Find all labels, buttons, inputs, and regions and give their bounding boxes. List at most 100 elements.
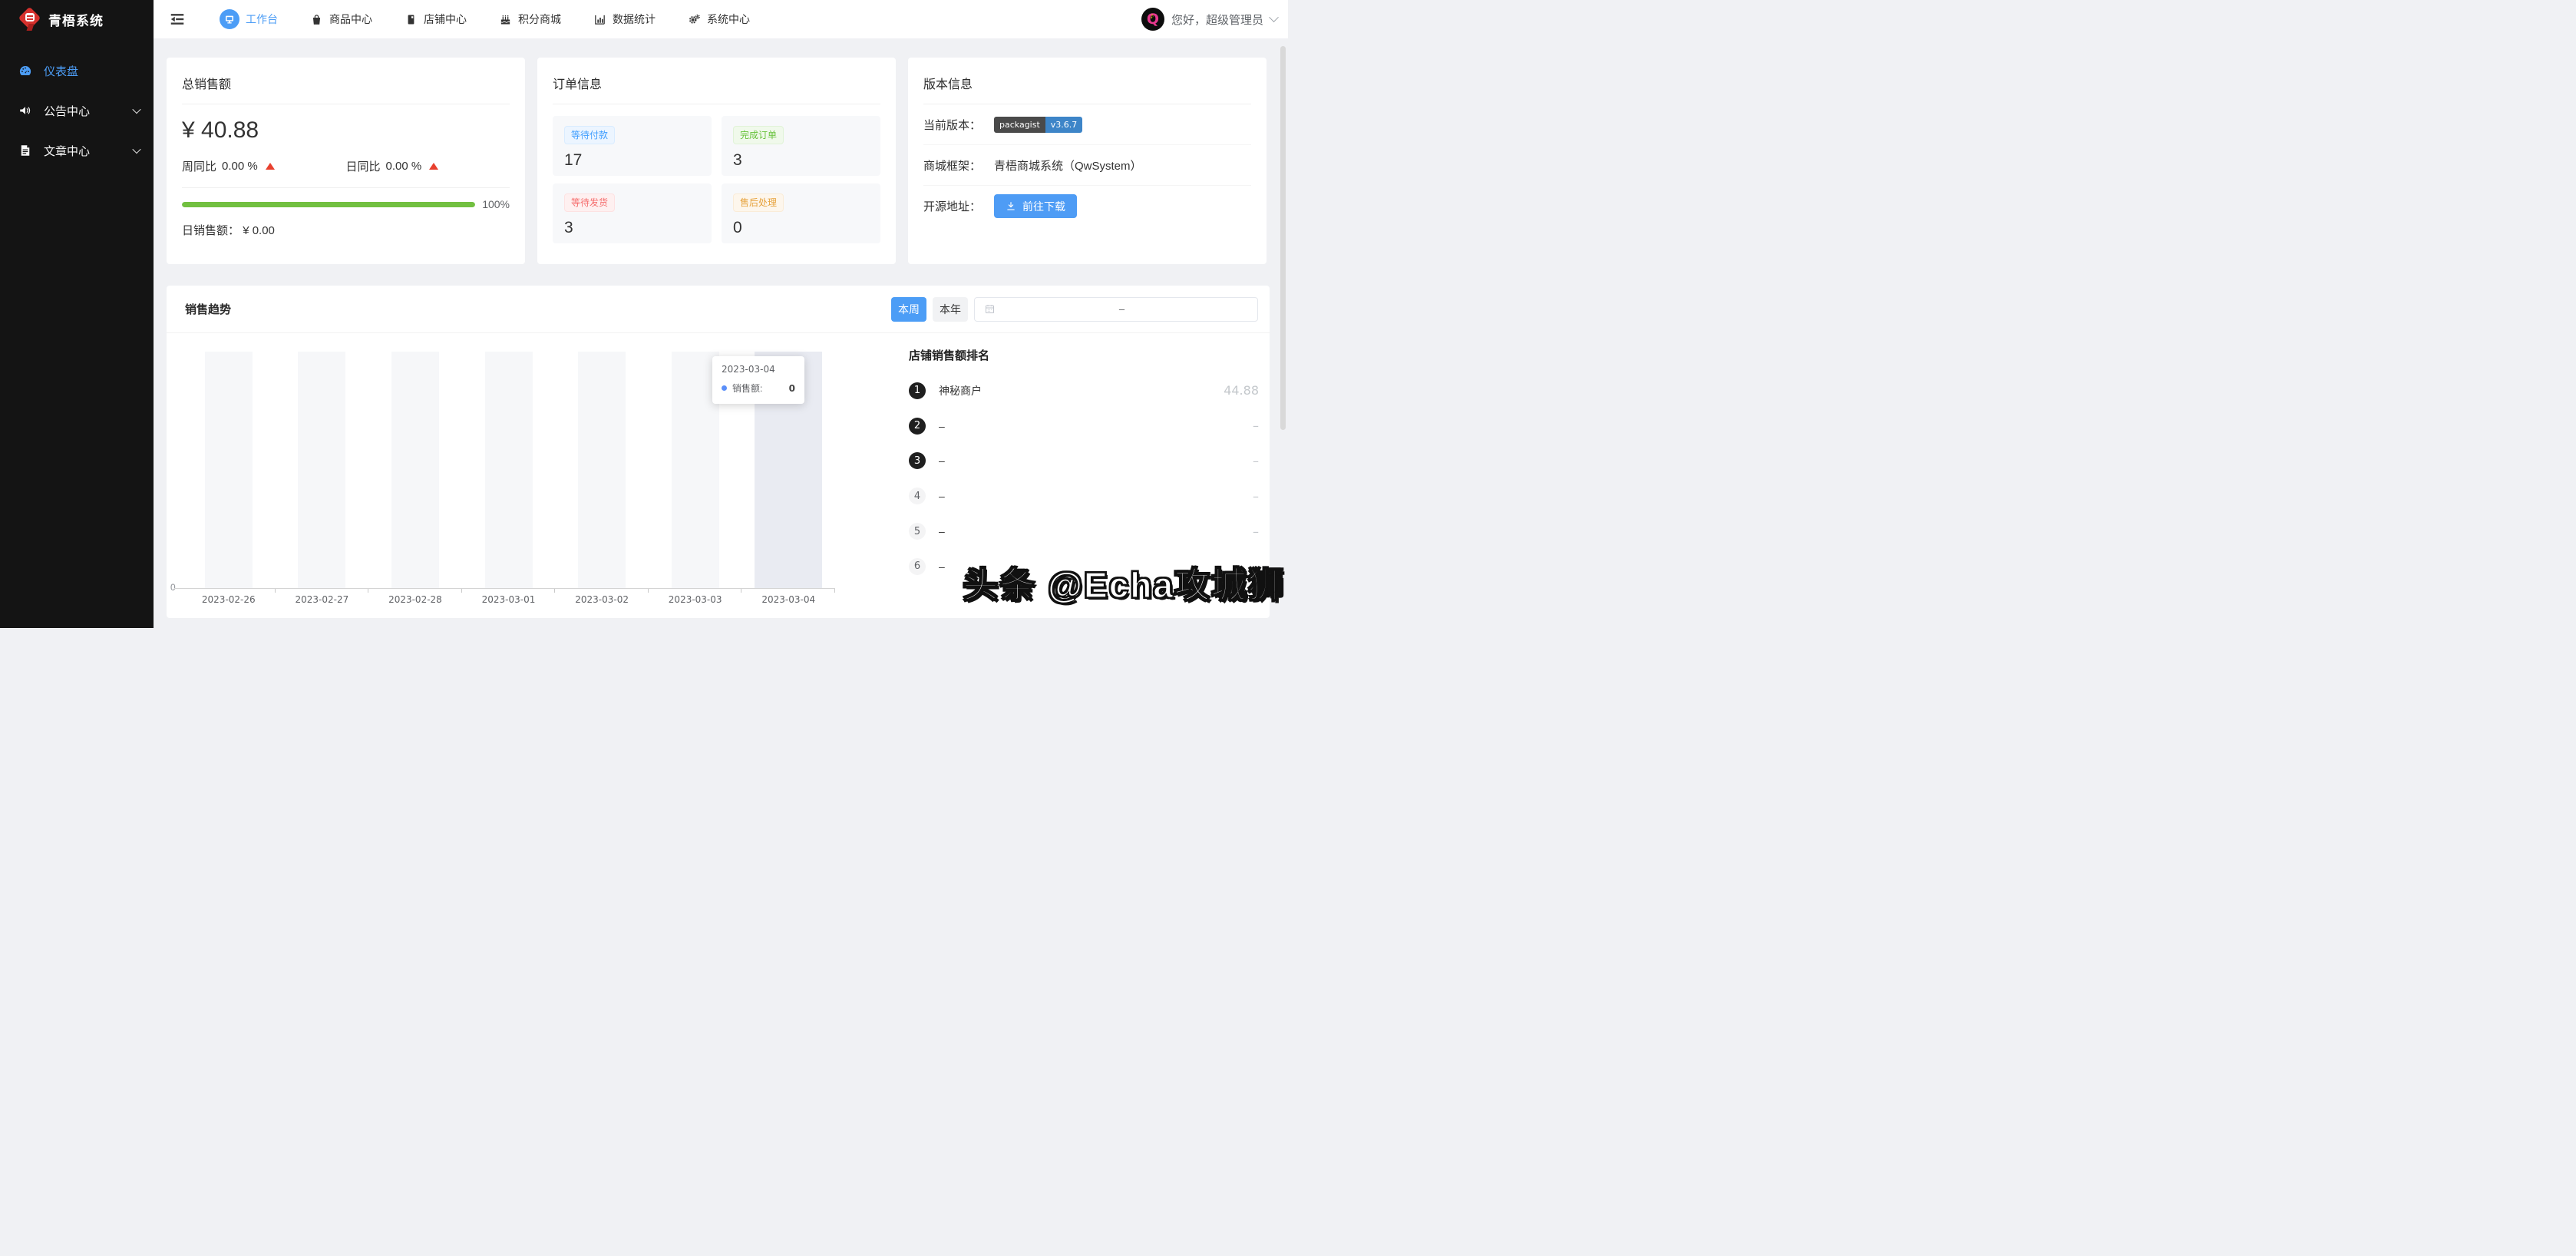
nav-item-products[interactable]: 商品中心 [310,12,372,27]
chevron-down-icon [1269,12,1279,22]
y-axis-zero-label: 0 [170,582,176,593]
chart-column [555,352,649,588]
card-title: 总销售额 [167,58,525,104]
date-range-input[interactable]: – [974,297,1258,322]
series-dot-icon [722,385,727,391]
sidebar: 青梧系统 仪表盘 公告中心 文章中心 [0,0,154,628]
row-label: 当前版本： [923,117,994,133]
page-scrollbar[interactable] [1280,46,1286,430]
caret-up-icon [429,163,438,170]
nav-item-workbench[interactable]: 工作台 [220,9,278,29]
nav-label: 系统中心 [707,12,750,27]
shop-name: – [939,420,945,432]
x-axis-labels: 2023-02-26 2023-02-27 2023-02-28 2023-03… [182,594,835,605]
date-range-separator: – [996,303,1248,315]
shop-sales-value: – [1253,454,1259,468]
order-count: 0 [733,219,869,237]
calendar-icon [984,303,996,315]
bar-chart-icon [593,13,606,26]
ranking-row: 2 – – [909,408,1259,444]
x-tick-label: 2023-02-28 [368,594,462,605]
shop-sales-value: 44.88 [1224,383,1259,398]
framework-row: 商城框架： 青梧商城系统（QwSystem） [923,145,1251,186]
version-info-card: 版本信息 当前版本： packagist v3.6.7 商城框架： 青梧商城系统… [908,58,1267,264]
order-stat-aftersale: 售后处理 0 [722,183,880,243]
day-ratio-value: 0.00 % [386,160,422,173]
sidebar-item-label: 仪表盘 [44,63,78,79]
download-icon [1006,201,1016,212]
chart-tooltip: 2023-03-04 销售额: 0 [712,356,804,404]
app-logo-icon [18,7,41,31]
ranking-row: 3 – – [909,444,1259,479]
order-count: 3 [564,219,700,237]
nav-item-shops[interactable]: 店铺中心 [405,12,467,27]
nav-label: 工作台 [246,12,278,27]
rank-number: 6 [909,558,926,575]
order-stat-pending-shipment: 等待发货 3 [553,183,712,243]
shop-sales-value: – [1253,489,1259,504]
order-stat-pending-payment: 等待付款 17 [553,116,712,176]
tooltip-value: 0 [789,383,795,394]
this-week-button[interactable]: 本周 [891,297,926,322]
user-greeting: 您好，超级管理员 [1171,12,1263,28]
chart-column [276,352,369,588]
chart-column [462,352,556,588]
gears-icon [688,13,701,26]
shop-sales-value: – [1253,524,1259,539]
day-ratio: 日同比 0.00 % [346,158,510,174]
order-stat-completed: 完成订单 3 [722,116,880,176]
watermark-text: 头条 @Echa攻城狮 [963,557,1285,608]
rank-number: 5 [909,523,926,540]
this-year-button[interactable]: 本年 [933,297,968,322]
current-version-row: 当前版本： packagist v3.6.7 [923,104,1251,145]
shop-ranking-panel: 店铺销售额排名 1 神秘商户 44.88 2 – – 3 – – 4 – – [909,336,1259,584]
status-badge: 等待发货 [564,193,615,212]
caret-up-icon [266,163,275,170]
total-sales-amount: ¥ 40.88 [182,117,510,144]
sidebar-item-dashboard[interactable]: 仪表盘 [0,51,154,91]
status-badge: 售后处理 [733,193,784,212]
badge-name: packagist [994,117,1045,133]
nav-label: 数据统计 [613,12,656,27]
shop-name: 神秘商户 [939,383,982,398]
download-label: 前往下载 [1022,199,1065,214]
nav-item-points-mall[interactable]: 积分商城 [499,12,561,27]
shop-name: – [939,454,945,467]
daily-sales-label: 日销售额： [182,224,239,237]
rank-number: 3 [909,452,926,469]
download-button[interactable]: 前往下载 [994,194,1077,218]
tooltip-date: 2023-03-04 [722,364,795,375]
daily-progress: 100% [182,198,510,210]
nav-item-system[interactable]: 系统中心 [688,12,750,27]
version-badge: packagist v3.6.7 [994,117,1082,133]
sidebar-collapse-icon[interactable] [169,11,186,28]
x-axis-line [174,588,835,589]
top-header: 工作台 商品中心 店铺中心 积分商城 数据统计 [154,0,1288,38]
rank-number: 1 [909,382,926,399]
avatar: Q♪ [1141,8,1164,31]
x-tick-label: 2023-03-03 [649,594,742,605]
day-ratio-label: 日同比 [346,158,381,174]
progress-bar [182,202,475,207]
chart-column [182,352,276,588]
shop-name: – [939,560,945,573]
sidebar-menu: 仪表盘 公告中心 文章中心 [0,38,154,170]
nav-item-statistics[interactable]: 数据统计 [593,12,656,27]
card-title: 销售趋势 [185,301,231,317]
megaphone-icon [18,104,32,117]
sidebar-item-articles[interactable]: 文章中心 [0,131,154,170]
order-count: 3 [733,151,869,170]
sidebar-item-announcements[interactable]: 公告中心 [0,91,154,131]
user-menu[interactable]: Q♪ 您好，超级管理员 [1141,8,1277,31]
chart-column [368,352,462,588]
document-icon [18,144,32,157]
progress-percent: 100% [482,198,510,210]
cake-icon [499,13,512,26]
week-ratio-label: 周同比 [182,158,216,174]
sidebar-item-label: 公告中心 [44,103,90,119]
sidebar-item-label: 文章中心 [44,143,90,159]
row-label: 商城框架： [923,157,994,174]
week-ratio: 周同比 0.00 % [182,158,346,174]
x-tick-label: 2023-02-27 [276,594,369,605]
gauge-icon [18,64,32,78]
